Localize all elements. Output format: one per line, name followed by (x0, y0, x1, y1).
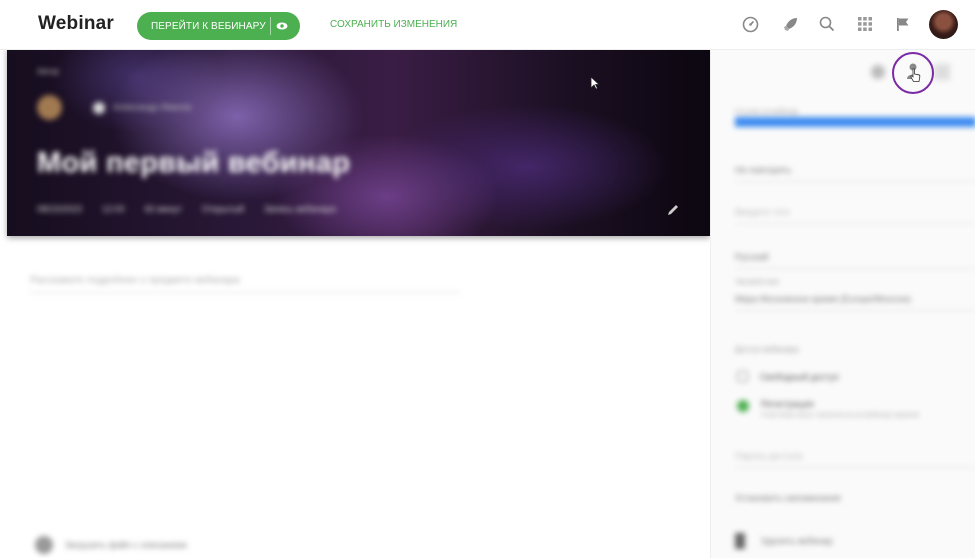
link-label: Ссылка на вебинар (735, 109, 799, 116)
upload-icon (35, 536, 53, 554)
app-logo[interactable]: Webinar (38, 13, 114, 35)
settings-tab-icon[interactable] (871, 65, 885, 79)
timezone-select[interactable]: Мира Московское время (Europe/Moscow) (735, 294, 975, 311)
language-select[interactable]: Русский (735, 252, 975, 269)
selected-link-field[interactable] (735, 117, 975, 127)
checkbox-box (737, 371, 748, 382)
timezone-label: Часовой пояс (735, 279, 780, 286)
password-input[interactable]: Пароль доступа (735, 451, 975, 468)
save-changes-link[interactable]: СОХРАНИТЬ ИЗМЕНЕНИЯ (330, 19, 457, 30)
registration-radio[interactable]: Регистрация Участники могут записаться н… (737, 399, 920, 419)
speedometer-icon[interactable] (740, 13, 760, 35)
go-to-webinar-button[interactable]: ПЕРЕЙТИ К ВЕБИНАРУ (137, 12, 300, 40)
mouse-cursor-icon (590, 76, 600, 90)
author-name: Александр Иванов (113, 102, 192, 112)
rocket-icon[interactable] (780, 13, 800, 35)
description-input[interactable]: Расскажите подробнее о предмете вебинара (30, 275, 460, 293)
hand-cursor-icon (910, 68, 921, 82)
webinar-extra[interactable]: Запись вебинара (264, 204, 336, 214)
registration-label: Регистрация (761, 399, 814, 409)
trash-icon (735, 533, 745, 549)
webinar-cover-banner: Автор Александр Иванов Мой первый вебина… (7, 47, 710, 236)
webinar-time[interactable]: 12:00 (102, 204, 125, 214)
author-avatar (37, 95, 62, 120)
upload-description-link[interactable]: Загрузить файл с описанием (35, 536, 186, 554)
tags-input[interactable]: Введите тэги (735, 207, 975, 224)
top-bar: Webinar ПЕРЕЙТИ К ВЕБИНАРУ СОХРАНИТЬ ИЗМ… (0, 0, 975, 50)
grid-icon[interactable] (855, 13, 875, 35)
author-status-icon (93, 102, 105, 114)
repeat-select[interactable]: Не повторять (735, 165, 975, 182)
delete-webinar-link[interactable]: Удалить вебинар (735, 533, 833, 549)
webinar-duration[interactable]: 60 минут (145, 204, 182, 214)
banner-author-label: Автор (37, 67, 59, 76)
radio-dot (737, 400, 749, 412)
user-avatar[interactable] (929, 10, 958, 39)
settings-sidebar: Ссылка на вебинар Не повторять Введите т… (710, 47, 975, 558)
free-access-label: Свободный доступ (760, 371, 839, 382)
extra-tab-icon[interactable] (934, 64, 950, 80)
flag-icon[interactable] (893, 13, 913, 35)
free-access-checkbox[interactable]: Свободный доступ (737, 371, 839, 382)
go-to-webinar-label: ПЕРЕЙТИ К ВЕБИНАРУ (151, 20, 266, 32)
delete-webinar-label: Удалить вебинар (761, 536, 833, 546)
access-section-label: Доступ вебинара (735, 345, 799, 354)
eye-icon (270, 17, 292, 35)
registration-hint: Участники могут записаться на вебинар за… (761, 412, 920, 419)
upload-description-label: Загрузить файл с описанием (65, 540, 187, 550)
edit-pencil-icon[interactable] (666, 203, 680, 217)
reminders-label[interactable]: Установить напоминания (735, 493, 975, 503)
search-icon[interactable] (817, 13, 837, 35)
webinar-title[interactable]: Мой первый вебинар (37, 147, 350, 180)
webinar-meta: 08/23/2023 12:00 60 минут Открытый Запис… (37, 204, 336, 214)
webinar-date[interactable]: 08/23/2023 (37, 204, 82, 214)
webinar-tag[interactable]: Открытый (202, 204, 244, 214)
